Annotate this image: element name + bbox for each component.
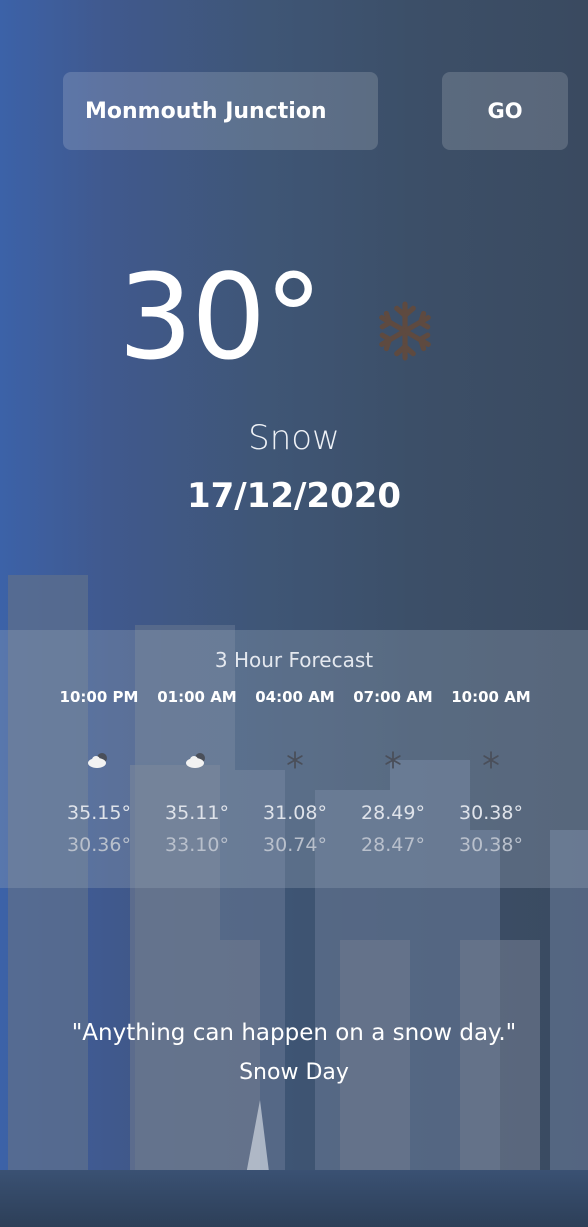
forecast-time: 01:00 AM bbox=[157, 688, 237, 706]
quote-author: Snow Day bbox=[239, 1060, 349, 1085]
forecast-item: 04:00 AM 31.08° 30.74° bbox=[246, 688, 344, 856]
forecast-item: 10:00 PM 35.15° 30.36° bbox=[50, 688, 148, 856]
forecast-item: 10:00 AM 30.38° 30.38° bbox=[442, 688, 540, 856]
forecast-low: 28.47° bbox=[361, 834, 425, 856]
cloud-icon bbox=[148, 748, 246, 772]
forecast-low: 30.38° bbox=[459, 834, 523, 856]
forecast-high: 30.38° bbox=[459, 802, 523, 824]
forecast-time: 04:00 AM bbox=[255, 688, 335, 706]
forecast-time: 10:00 PM bbox=[59, 688, 139, 706]
forecast-high: 28.49° bbox=[361, 802, 425, 824]
forecast-panel: 3 Hour Forecast 10:00 PM 35.15° 30.36° 0… bbox=[0, 630, 588, 888]
forecast-high: 31.08° bbox=[263, 802, 327, 824]
city-search-input[interactable] bbox=[63, 72, 378, 150]
forecast-high: 35.15° bbox=[67, 802, 131, 824]
snowflake-icon bbox=[344, 748, 442, 772]
snowflake-icon bbox=[442, 748, 540, 772]
search-bar: GO bbox=[63, 72, 568, 150]
cloud-icon bbox=[50, 748, 148, 772]
water bbox=[0, 1170, 588, 1227]
forecast-list: 10:00 PM 35.15° 30.36° 01:00 AM 35.11° 3… bbox=[50, 688, 540, 856]
forecast-time: 07:00 AM bbox=[353, 688, 433, 706]
go-button[interactable]: GO bbox=[442, 72, 568, 150]
forecast-high: 35.11° bbox=[165, 802, 229, 824]
forecast-low: 33.10° bbox=[165, 834, 229, 856]
forecast-low: 30.36° bbox=[67, 834, 131, 856]
current-temperature: 30° bbox=[118, 248, 323, 386]
snowflake-icon bbox=[246, 748, 344, 772]
weather-condition: Snow bbox=[248, 418, 340, 458]
forecast-item: 07:00 AM 28.49° 28.47° bbox=[344, 688, 442, 856]
forecast-item: 01:00 AM 35.11° 33.10° bbox=[148, 688, 246, 856]
forecast-title: 3 Hour Forecast bbox=[214, 648, 374, 672]
quote-text: "Anything can happen on a snow day." bbox=[71, 1020, 517, 1046]
forecast-time: 10:00 AM bbox=[451, 688, 531, 706]
forecast-low: 30.74° bbox=[263, 834, 327, 856]
current-date: 17/12/2020 bbox=[186, 476, 402, 516]
snowflake-icon bbox=[379, 301, 431, 361]
